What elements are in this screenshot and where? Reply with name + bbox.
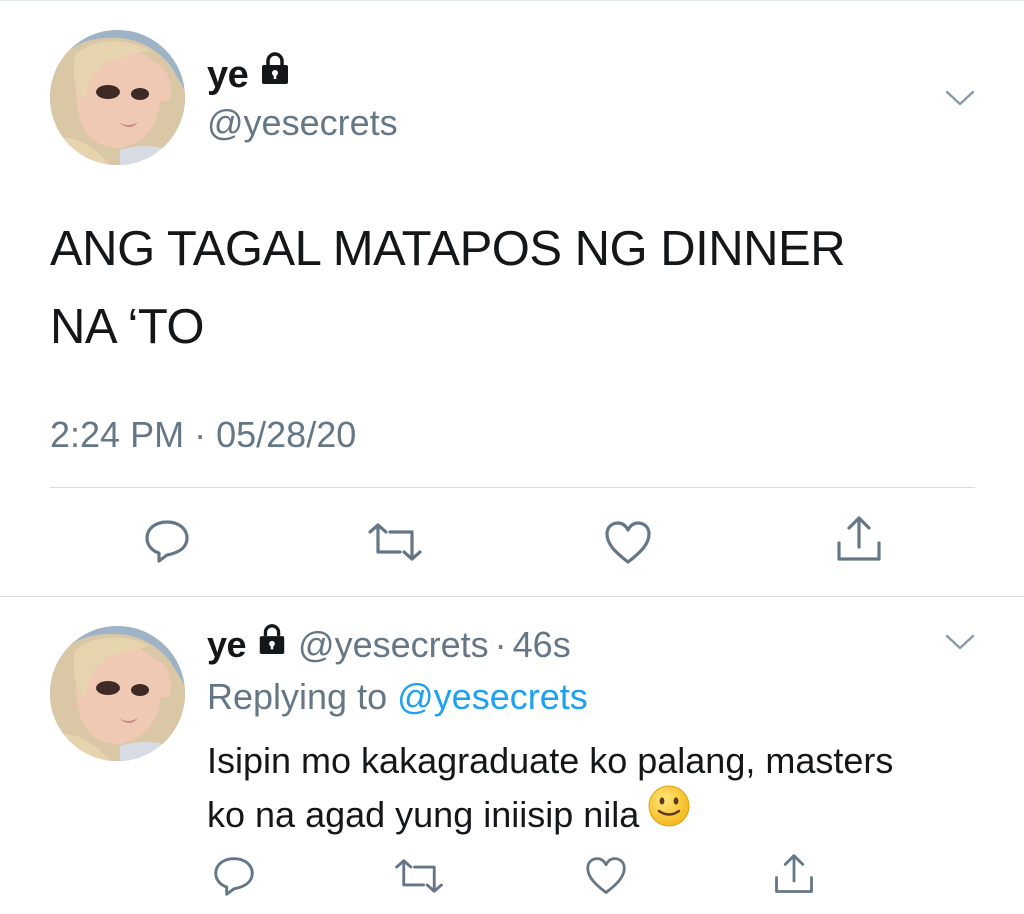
timestamp-time[interactable]: 2:24 PM xyxy=(50,414,184,455)
retweet-icon[interactable] xyxy=(366,522,424,567)
reply-header: ye @yesecrets · 46s xyxy=(207,624,571,668)
reply-icon[interactable] xyxy=(212,855,256,902)
share-icon[interactable] xyxy=(834,515,884,568)
main-avatar[interactable] xyxy=(50,30,185,165)
lock-icon xyxy=(258,51,292,95)
lock-icon xyxy=(256,622,288,664)
reply-text: Isipin mo kakagraduate ko palang, master… xyxy=(207,734,1007,847)
reply-author-name[interactable]: ye xyxy=(207,624,247,665)
share-icon[interactable] xyxy=(772,853,816,900)
reply-age[interactable]: 46s xyxy=(513,624,571,665)
reply-separator: · xyxy=(494,624,507,665)
tweet-text-line-2: NA ‘TO xyxy=(50,300,205,354)
top-divider xyxy=(0,0,1024,1)
author-handle[interactable]: @yesecrets xyxy=(207,102,398,144)
chevron-down-icon[interactable] xyxy=(944,88,976,113)
author-name-text[interactable]: ye xyxy=(207,54,249,96)
retweet-icon[interactable] xyxy=(393,858,445,899)
reply-icon[interactable] xyxy=(143,518,191,569)
tweet-text: ANG TAGAL MATAPOS NG DINNER NA ‘TO xyxy=(50,210,980,366)
replying-label: Replying to xyxy=(207,676,388,717)
tweet-timestamp[interactable]: 2:24 PM · 05/28/20 xyxy=(50,414,356,456)
like-icon[interactable] xyxy=(584,856,628,901)
reply-text-line-1: Isipin mo kakagraduate ko palang, master… xyxy=(207,740,894,781)
reply-text-line-2: ko na agad yung iniisip nila xyxy=(207,794,640,836)
slightly-smiling-face-icon xyxy=(647,784,691,843)
divider xyxy=(0,596,1024,597)
reply-author-handle[interactable]: @yesecrets xyxy=(298,624,489,665)
author-name[interactable]: ye xyxy=(207,51,292,99)
replying-to: Replying to @yesecrets xyxy=(207,676,588,718)
replying-mention-link[interactable]: @yesecrets xyxy=(397,676,588,717)
chevron-down-icon[interactable] xyxy=(944,632,976,657)
timestamp-separator: · xyxy=(194,414,207,455)
reply-text-line-2-wrap: ko na agad yung iniisip nila xyxy=(207,785,1007,847)
tweet-text-line-1: ANG TAGAL MATAPOS NG DINNER xyxy=(50,222,846,276)
reply-avatar[interactable] xyxy=(50,626,185,761)
timestamp-date[interactable]: 05/28/20 xyxy=(216,414,356,455)
divider xyxy=(50,487,975,488)
like-icon[interactable] xyxy=(603,520,653,571)
